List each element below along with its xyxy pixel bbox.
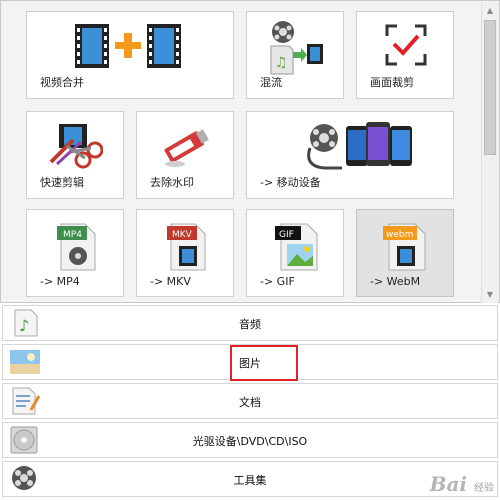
mux-icon: ♫: [270, 21, 323, 75]
mobile-device-icon: [307, 122, 412, 170]
category-label: 文档: [239, 396, 261, 409]
category-toolbox[interactable]: 工具集: [2, 461, 498, 497]
watermark: Bai 经验: [429, 472, 494, 496]
category-optical-drive[interactable]: 光驱设备\DVD\CD\ISO: [2, 422, 498, 458]
highlight-annotation: [230, 345, 298, 381]
svg-text:♫: ♫: [275, 55, 288, 71]
tile-crop[interactable]: 画面裁剪: [356, 11, 454, 99]
tile-remove-watermark[interactable]: 去除水印: [136, 111, 234, 199]
gif-file-icon: GIF: [275, 223, 318, 271]
remove-watermark-icon: [164, 129, 209, 167]
category-label: 光驱设备\DVD\CD\ISO: [192, 435, 308, 448]
webm-badge: webm: [386, 230, 413, 240]
scroll-up-arrow-icon[interactable]: ▲: [482, 2, 498, 19]
category-audio[interactable]: ♪ 音频: [2, 305, 498, 341]
gif-badge: GIF: [279, 230, 294, 240]
tile-label: -> MKV: [150, 275, 191, 288]
tile-label: 去除水印: [150, 176, 194, 189]
mkv-badge: MKV: [172, 230, 193, 240]
tile-label: -> GIF: [260, 275, 295, 288]
tile-mp4[interactable]: MP4 -> MP4: [26, 209, 124, 297]
tool-panel: 视频合并 ♫ 混流 画面裁剪 快速剪辑 去除水印 -> 移动设备 MP4 -> …: [0, 0, 500, 303]
tile-label: -> WebM: [370, 275, 421, 288]
tile-label: 混流: [260, 76, 282, 89]
tile-mux[interactable]: ♫ 混流: [246, 11, 344, 99]
tile-mobile-device[interactable]: -> 移动设备: [246, 111, 454, 199]
mp4-file-icon: MP4: [57, 223, 96, 271]
tile-quick-clip[interactable]: 快速剪辑: [26, 111, 124, 199]
scroll-thumb[interactable]: [484, 20, 496, 155]
category-document[interactable]: 文档: [2, 383, 498, 419]
tile-webm[interactable]: webm -> WebM: [356, 209, 454, 297]
mkv-file-icon: MKV: [167, 223, 206, 271]
tile-mkv[interactable]: MKV -> MKV: [136, 209, 234, 297]
crop-icon: [385, 24, 427, 66]
quick-clip-icon: [49, 124, 103, 169]
tile-label: 视频合并: [40, 76, 84, 89]
vertical-scrollbar[interactable]: ▲ ▼: [481, 2, 498, 303]
category-label: 音频: [239, 318, 261, 331]
tile-label: 快速剪辑: [40, 176, 84, 189]
webm-file-icon: webm: [383, 223, 426, 271]
tile-label: -> MP4: [40, 275, 80, 288]
scroll-down-arrow-icon[interactable]: ▼: [482, 286, 498, 303]
video-merge-icon: [75, 24, 181, 68]
tile-label: 画面裁剪: [370, 76, 414, 89]
tile-video-merge[interactable]: 视频合并: [26, 11, 234, 99]
tile-gif[interactable]: GIF -> GIF: [246, 209, 344, 297]
mp4-badge: MP4: [63, 230, 82, 240]
category-label: 工具集: [233, 474, 267, 487]
tile-label: -> 移动设备: [260, 176, 321, 189]
